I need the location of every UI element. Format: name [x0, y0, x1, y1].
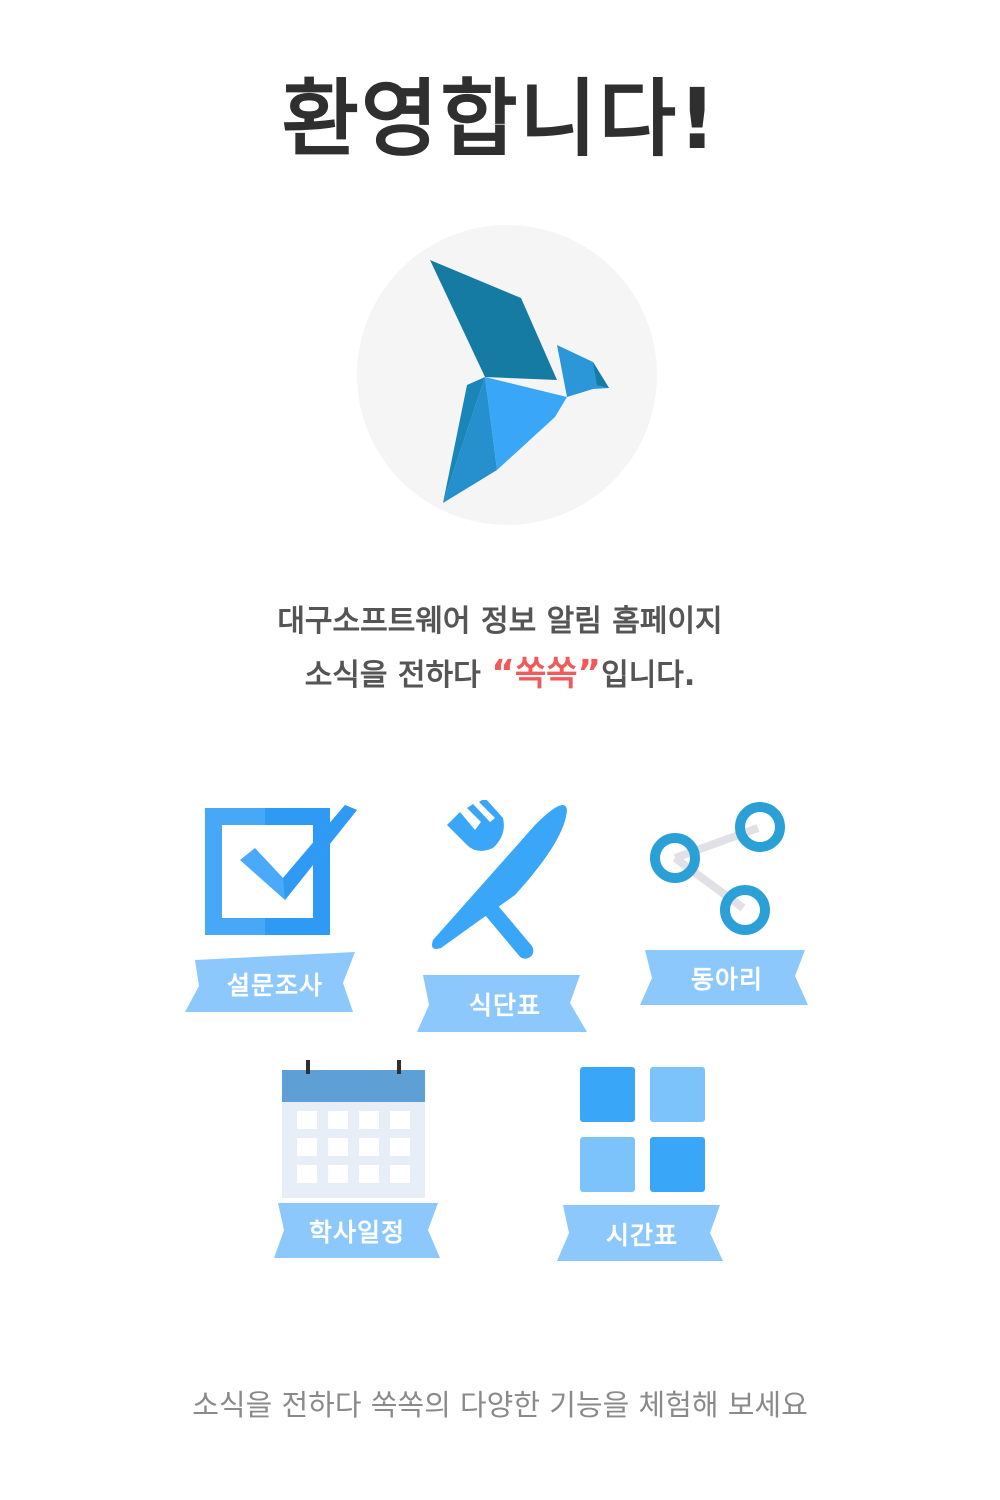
menu-button[interactable]: 식단표 — [415, 800, 590, 1035]
timetable-button[interactable]: 시간표 — [555, 1065, 730, 1265]
survey-label: 설문조사 — [226, 971, 323, 1000]
survey-button[interactable]: 설문조사 — [185, 800, 360, 1015]
intro-suffix: 입니다. — [601, 658, 696, 693]
timetable-label: 시간표 — [605, 1221, 678, 1250]
origami-bird-icon — [430, 260, 609, 503]
open-quote: “ — [491, 653, 515, 694]
intro-line-2: 소식을 전하다 “쏙쏙”입니다. — [0, 648, 1000, 702]
intro-prefix: 소식을 전하다 — [304, 658, 492, 693]
checkbox-icon — [205, 805, 357, 935]
footer-text: 소식을 전하다 쏙쏙의 다양한 기능을 체험해 보세요 — [192, 1388, 808, 1422]
fork-knife-icon — [432, 800, 567, 959]
close-quote: ” — [577, 653, 602, 694]
intro-text: 대구소프트웨어 정보 알림 홈페이지 소식을 전하다 “쏙쏙”입니다. — [0, 596, 1000, 702]
page-title: 환영합니다! — [281, 70, 719, 168]
intro-line-1: 대구소프트웨어 정보 알림 홈페이지 — [277, 604, 723, 639]
schedule-label: 학사일정 — [308, 1218, 405, 1247]
menu-label: 식단표 — [468, 991, 541, 1020]
schedule-button[interactable]: 학사일정 — [270, 1058, 445, 1263]
intro-highlight: 쏙쏙 — [514, 654, 578, 694]
grid-icon — [580, 1067, 705, 1192]
logo — [357, 225, 657, 525]
calendar-icon — [282, 1060, 425, 1198]
club-button[interactable]: 동아리 — [640, 800, 815, 1010]
share-icon — [650, 802, 785, 935]
club-label: 동아리 — [690, 965, 763, 994]
